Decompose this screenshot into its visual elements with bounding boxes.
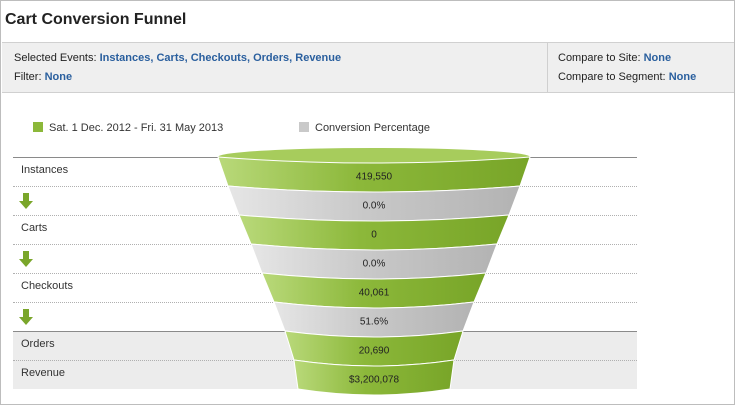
filter-row: Filter: None [14,71,72,83]
compare-site-link[interactable]: None [644,52,672,64]
funnel-value-label: 0 [371,230,377,241]
selected-events-link[interactable]: Instances, Carts, Checkouts, Orders, Rev… [100,52,341,64]
legend-series-swatch [33,122,43,132]
legend-conversion-swatch [299,122,309,132]
compare-site-row: Compare to Site: None [558,52,671,64]
funnel-value-label: 51.6% [360,317,388,328]
filter-label: Filter: [14,71,42,83]
compare-site-label: Compare to Site: [558,52,641,64]
funnel-value-label: 419,550 [356,172,393,183]
compare-segment-link[interactable]: None [669,71,697,83]
funnel-value-label: 40,061 [359,288,390,299]
selected-events-label: Selected Events: [14,52,97,64]
report-parameters: Selected Events: Instances, Carts, Check… [2,42,734,93]
funnel-graphic: 419,550 0.0% 0 0.0% 40,061 51.6% 20,690 $3,200,… [217,148,531,396]
funnel-value-label: 0.0% [363,201,386,212]
funnel-chart: Instances Carts Checkouts Orders Revenue 419,… [13,148,637,396]
legend-conversion-label: Conversion Percentage [315,122,430,134]
report-panel: Cart Conversion Funnel Selected Events: … [0,0,735,405]
legend-series: Sat. 1 Dec. 2012 - Fri. 31 May 2013 [33,122,223,134]
funnel-value-label: 20,690 [359,346,390,357]
parameters-divider [547,43,548,92]
compare-segment-row: Compare to Segment: None [558,71,696,83]
funnel-value-label: $3,200,078 [349,375,399,386]
selected-events-row: Selected Events: Instances, Carts, Check… [14,52,341,64]
compare-segment-label: Compare to Segment: [558,71,666,83]
page-title: Cart Conversion Funnel [5,11,187,28]
filter-link[interactable]: None [45,71,73,83]
legend-series-label: Sat. 1 Dec. 2012 - Fri. 31 May 2013 [49,122,224,134]
funnel-value-label: 0.0% [363,259,386,270]
legend-conversion: Conversion Percentage [299,122,430,134]
